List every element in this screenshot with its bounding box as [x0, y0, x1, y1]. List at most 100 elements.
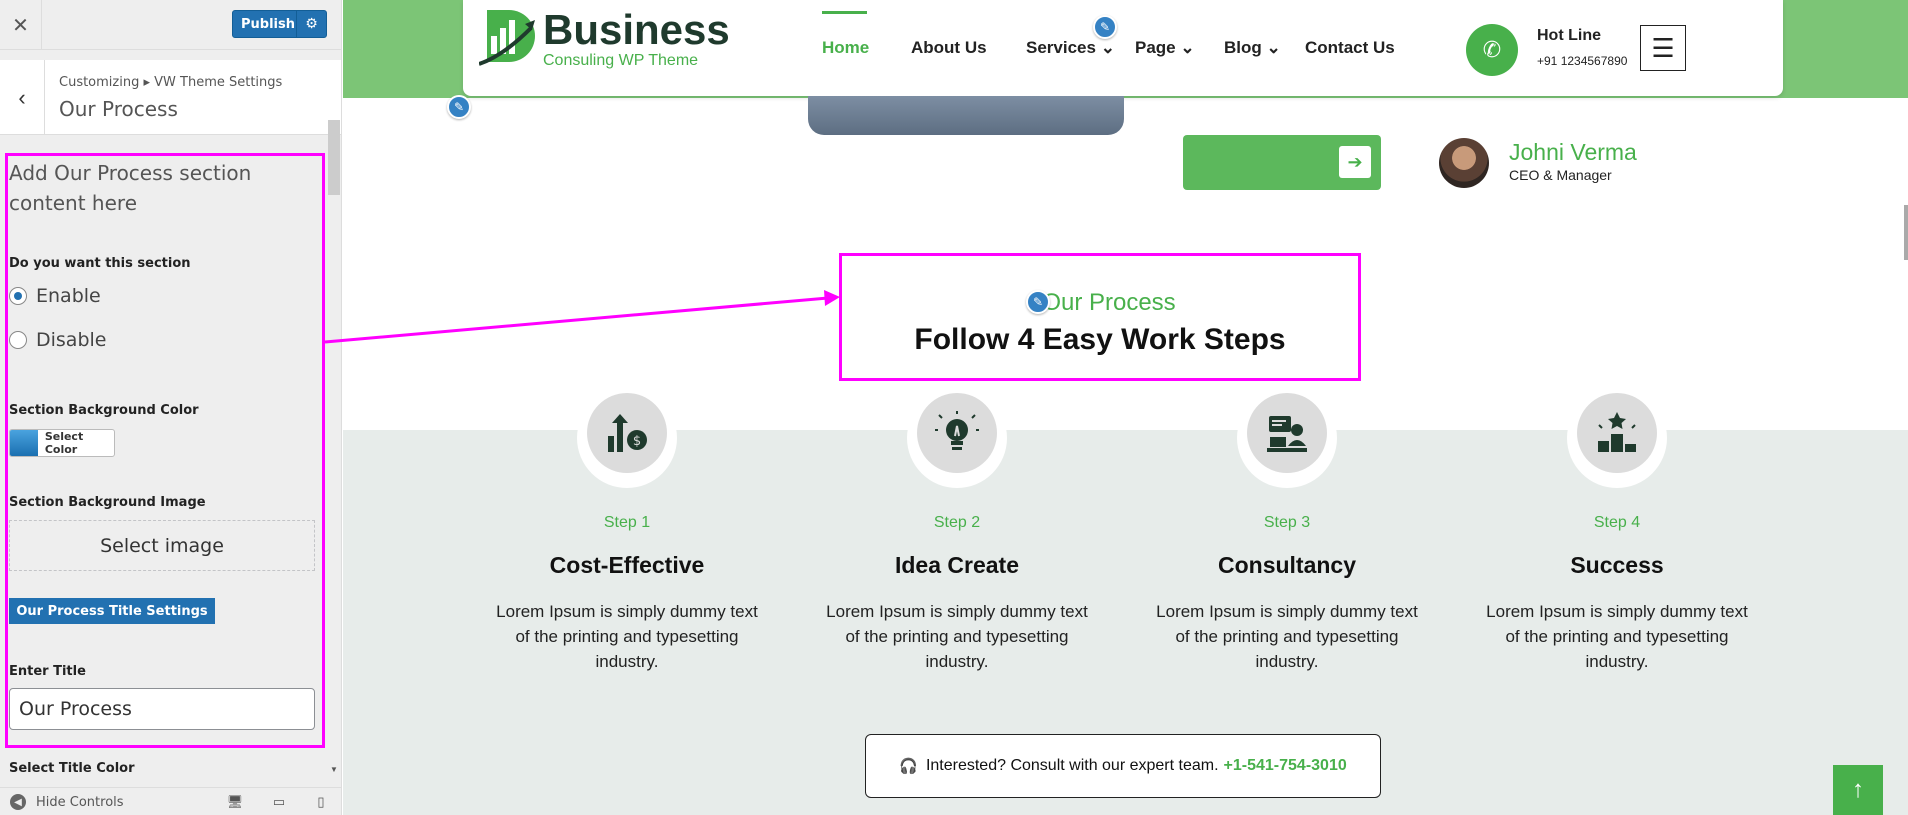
ceo-name: Johni Verma — [1509, 139, 1637, 165]
nav-home[interactable]: Home — [822, 38, 869, 58]
bg-image-label: Section Background Image — [9, 495, 206, 510]
step-description: Lorem Ipsum is simply dummy text of the … — [826, 602, 1088, 671]
phone-icon: ✆ — [1466, 24, 1518, 76]
step-card: Step 2 Idea Create Lorem Ipsum is simply… — [807, 388, 1107, 674]
ceo-role: CEO & Manager — [1509, 167, 1612, 183]
select-color-label: Select Color — [44, 430, 84, 456]
annotation-highlight-heading: Our Process Follow 4 Easy Work Steps — [839, 253, 1361, 381]
headphones-icon: 🎧 — [899, 758, 918, 775]
edit-pencil-icon[interactable]: ✎ — [447, 95, 471, 119]
back-chevron-icon[interactable]: ‹ — [0, 60, 45, 135]
consult-phone-link[interactable]: +1-541-754-3010 — [1224, 757, 1347, 775]
avatar — [1439, 138, 1489, 188]
hotline-number[interactable]: +91 1234567890 — [1537, 54, 1627, 68]
title-input[interactable] — [9, 688, 315, 730]
tablet-icon[interactable]: ▭ — [270, 793, 288, 811]
process-subtitle: Our Process — [1042, 289, 1176, 316]
back-to-top-button[interactable]: ↑ — [1833, 765, 1883, 815]
edit-pencil-icon[interactable]: ✎ — [1026, 290, 1050, 314]
nav-page[interactable]: Page ⌄ — [1135, 38, 1195, 58]
enable-label: Enable — [36, 285, 101, 307]
nav-about-us[interactable]: About Us — [911, 38, 987, 58]
step-icon-ring — [1567, 388, 1667, 488]
nav-blog-label: Blog — [1224, 38, 1262, 57]
site-preview: Business Consuling WP Theme Home About U… — [343, 0, 1908, 815]
lightbulb-icon — [917, 393, 997, 473]
process-title: Follow 4 Easy Work Steps — [914, 323, 1286, 356]
step-number: Step 2 — [933, 514, 981, 531]
customizer-sidebar: ✕ Publish ⚙ ‹ Customizing ▸ VW Theme Set… — [0, 0, 342, 815]
step-title: Cost-Effective — [549, 552, 705, 578]
select-color-button[interactable]: Select Color — [9, 429, 115, 457]
nav-blog[interactable]: Blog ⌄ — [1224, 38, 1281, 58]
enter-title-label: Enter Title — [9, 664, 86, 679]
hotline-label: Hot Line — [1537, 27, 1601, 44]
hide-controls-button[interactable]: ◀ Hide Controls — [10, 794, 124, 810]
enable-radio-row[interactable]: Enable — [9, 285, 101, 307]
step-title: Idea Create — [894, 552, 1019, 578]
section-header: ‹ Customizing ▸ VW Theme Settings Our Pr… — [0, 60, 341, 195]
chevron-down-icon: ⌄ — [1100, 38, 1115, 57]
step-icon-ring: $ — [577, 388, 677, 488]
nav-active-indicator — [822, 11, 867, 14]
nav-services[interactable]: Services ⌄ — [1026, 38, 1115, 58]
step-title: Success — [1570, 552, 1664, 578]
step-description: Lorem Ipsum is simply dummy text of the … — [1156, 602, 1418, 671]
step-number: Step 1 — [603, 514, 651, 531]
hamburger-menu-icon[interactable]: ☰ — [1640, 25, 1686, 71]
step-card: $ Step 1 Cost-Effective Lorem Ipsum is s… — [477, 388, 777, 674]
publish-label: Publish — [241, 16, 295, 32]
hide-controls-label: Hide Controls — [36, 794, 124, 810]
scroll-down-icon[interactable]: ▼ — [330, 765, 338, 774]
sidebar-scrollbar[interactable] — [328, 120, 340, 195]
step-description: Lorem Ipsum is simply dummy text of the … — [496, 602, 758, 671]
growth-money-icon: $ — [587, 393, 667, 473]
title-settings-button[interactable]: Our Process Title Settings — [9, 598, 215, 624]
disable-label: Disable — [36, 329, 107, 351]
close-icon[interactable]: ✕ — [0, 0, 42, 50]
nav-contact-us[interactable]: Contact Us — [1305, 38, 1395, 58]
color-swatch — [10, 430, 38, 456]
title-color-label: Select Title Color — [9, 761, 135, 776]
arrow-right-icon: ➔ — [1339, 146, 1371, 178]
nav-page-label: Page — [1135, 38, 1176, 57]
disable-radio[interactable] — [9, 331, 27, 349]
step-card: Step 4 Success Lorem Ipsum is simply dum… — [1467, 388, 1767, 674]
chevron-down-icon: ⌄ — [1180, 38, 1195, 57]
step-description: Lorem Ipsum is simply dummy text of the … — [1486, 602, 1748, 671]
podium-star-icon — [1577, 393, 1657, 473]
consult-banner: 🎧 Interested? Consult with our expert te… — [865, 734, 1381, 798]
toggle-label: Do you want this section — [9, 256, 191, 271]
disable-radio-row[interactable]: Disable — [9, 329, 106, 351]
select-image-button[interactable]: Select image — [9, 520, 315, 571]
customizer-header: ✕ Publish ⚙ — [0, 0, 341, 50]
enable-radio[interactable] — [9, 287, 27, 305]
desktop-icon[interactable]: 🖥 — [226, 793, 244, 811]
step-card: Step 3 Consultancy Lorem Ipsum is simply… — [1137, 388, 1437, 674]
gear-icon[interactable]: ⚙ — [296, 11, 326, 37]
site-header: Business Consuling WP Theme Home About U… — [463, 0, 1783, 96]
bg-color-label: Section Background Color — [9, 403, 199, 418]
about-photo — [808, 96, 1124, 135]
mobile-icon[interactable]: ▯ — [312, 793, 330, 811]
step-title: Consultancy — [1217, 552, 1357, 578]
preview-scrollbar[interactable] — [1904, 205, 1908, 260]
publish-button[interactable]: Publish ⚙ — [232, 10, 327, 38]
consult-text: Interested? Consult with our expert team… — [925, 757, 1219, 774]
screen: ✕ Publish ⚙ ‹ Customizing ▸ VW Theme Set… — [0, 0, 1908, 815]
collapse-icon: ◀ — [10, 794, 26, 810]
nav-services-label: Services — [1026, 38, 1096, 57]
edit-pencil-icon[interactable]: ✎ — [1093, 15, 1117, 39]
svg-text:$: $ — [633, 434, 641, 449]
consultant-icon — [1247, 393, 1327, 473]
step-number: Step 3 — [1263, 514, 1311, 531]
section-description: Add Our Process section content here — [9, 161, 252, 215]
step-number: Step 4 — [1593, 514, 1641, 531]
section-title: Our Process — [59, 97, 178, 121]
about-cta-button[interactable]: ➔ — [1183, 135, 1381, 190]
breadcrumb: Customizing ▸ VW Theme Settings — [59, 75, 283, 90]
chevron-down-icon: ⌄ — [1266, 38, 1281, 57]
step-icon-ring — [1237, 388, 1337, 488]
step-icon-ring — [907, 388, 1007, 488]
customizer-footer: ◀ Hide Controls 🖥 ▭ ▯ — [0, 787, 341, 815]
